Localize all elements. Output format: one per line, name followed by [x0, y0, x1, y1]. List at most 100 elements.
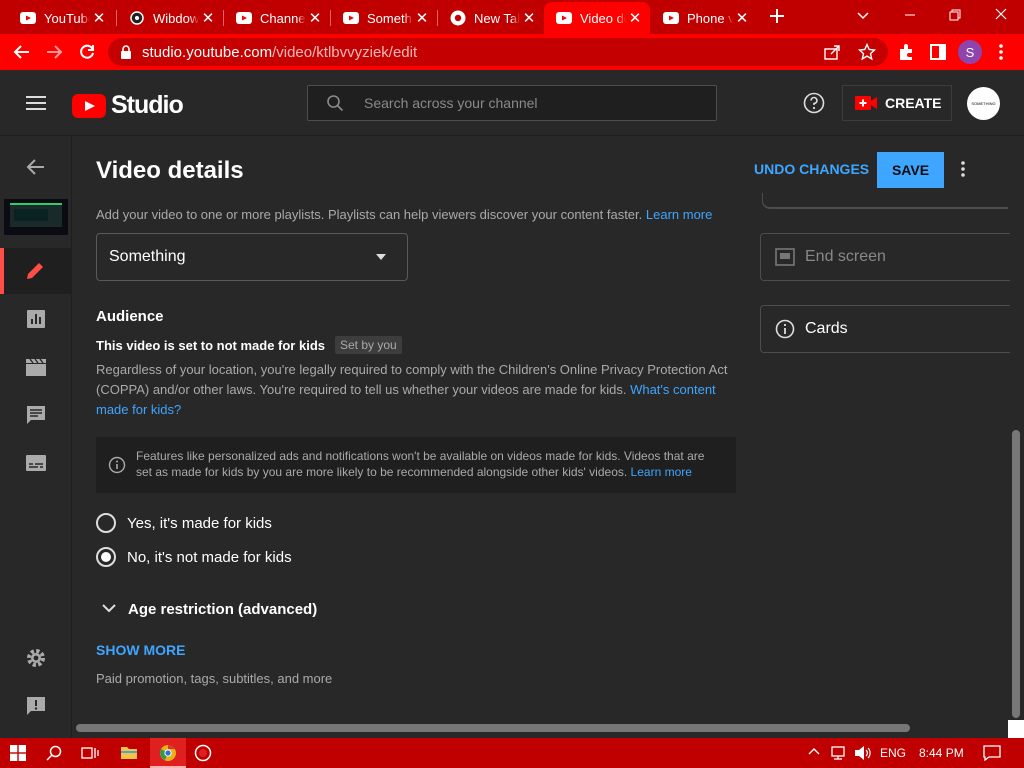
vertical-scrollbar[interactable]	[1012, 430, 1020, 718]
made-for-kids-link-continued[interactable]: made for kids?	[96, 402, 181, 417]
studio-header: Studio CREATE SOMETHING	[0, 70, 1024, 136]
tab-wibdow[interactable]: Wibdow ✕	[117, 2, 223, 34]
playlist-description-text: Add your video to one or more playlists.…	[96, 207, 643, 222]
tab-title: Wibdow	[153, 10, 199, 26]
save-button[interactable]: SAVE	[877, 152, 944, 188]
notifications-icon[interactable]	[983, 745, 1001, 761]
language-indicator[interactable]: ENG	[880, 746, 906, 760]
sidebar-item-details[interactable]	[0, 248, 72, 294]
window-close-icon[interactable]	[994, 7, 1008, 21]
bookmark-star-icon[interactable]	[858, 43, 876, 61]
volume-icon[interactable]	[854, 745, 872, 761]
cards-label: Cards	[805, 320, 848, 337]
close-tab-icon[interactable]: ✕	[413, 9, 431, 27]
close-tab-icon[interactable]: ✕	[626, 9, 644, 27]
browser-tab-strip: YouTube ✕ Wibdow ✕ Channel ✕ Something ✕…	[0, 0, 1024, 34]
tab-youtube[interactable]: YouTube ✕	[8, 2, 114, 34]
tab-phone-verification[interactable]: Phone verification ✕	[651, 2, 757, 34]
close-tab-icon[interactable]: ✕	[90, 9, 108, 27]
channel-avatar[interactable]: SOMETHING	[967, 87, 1000, 120]
previous-card-edge	[762, 193, 1008, 209]
close-tab-icon[interactable]: ✕	[733, 9, 751, 27]
playlist-learn-more-link[interactable]: Learn more	[646, 207, 712, 222]
undo-changes-button[interactable]: UNDO CHANGES	[754, 161, 869, 177]
youtube-icon	[343, 10, 359, 26]
browser-menu-icon[interactable]	[998, 43, 1004, 61]
tab-something[interactable]: Something ✕	[331, 2, 437, 34]
network-icon[interactable]	[830, 745, 848, 761]
task-view-icon[interactable]	[81, 745, 99, 761]
sidebar-item-editor[interactable]	[24, 355, 48, 379]
lock-icon[interactable]	[120, 45, 132, 59]
create-button-label: CREATE	[885, 95, 942, 111]
close-tab-icon[interactable]: ✕	[520, 9, 538, 27]
back-arrow-icon[interactable]	[12, 42, 32, 62]
playlist-dropdown[interactable]: Something	[96, 233, 408, 281]
restore-icon[interactable]	[948, 8, 962, 22]
tab-video-details[interactable]: Video details ✕	[544, 2, 650, 34]
tab-title: New Tab	[474, 10, 520, 26]
youtube-icon	[663, 10, 679, 26]
windows-start-icon[interactable]	[10, 745, 26, 761]
gear-icon	[27, 649, 45, 667]
minimize-icon[interactable]	[903, 8, 917, 22]
reload-icon[interactable]	[77, 42, 97, 62]
scroll-corner	[1008, 720, 1024, 740]
forward-arrow-icon[interactable]	[44, 42, 64, 62]
extensions-puzzle-icon[interactable]	[897, 43, 915, 61]
sidebar-item-comments[interactable]	[24, 403, 48, 427]
chrome-icon	[450, 10, 466, 26]
address-bar[interactable]: studio.youtube.com/video/ktlbvvyziek/edi…	[108, 38, 888, 66]
page-icon	[129, 10, 145, 26]
info-learn-more-link[interactable]: Learn more	[631, 465, 692, 479]
more-options-icon[interactable]	[960, 160, 966, 178]
made-for-kids-link[interactable]: What's content	[630, 382, 716, 397]
age-restriction-toggle[interactable]: Age restriction (advanced)	[128, 601, 317, 618]
share-icon[interactable]	[824, 44, 842, 60]
search-bar[interactable]	[307, 85, 717, 121]
tab-new-tab[interactable]: New Tab ✕	[438, 2, 544, 34]
radio-not-made-for-kids[interactable]	[96, 547, 116, 567]
end-screen-icon	[775, 248, 795, 266]
tab-title: YouTube	[44, 10, 90, 26]
end-screen-card[interactable]: End screen	[760, 233, 1010, 281]
taskbar-search-icon[interactable]	[46, 745, 62, 761]
show-hidden-icons-icon[interactable]	[808, 747, 820, 755]
radio-made-for-kids-label[interactable]: Yes, it's made for kids	[127, 515, 272, 532]
audience-status-text: This video is set to not made for kids	[96, 338, 325, 353]
close-tab-icon[interactable]: ✕	[306, 9, 324, 27]
tab-channel[interactable]: Channel ✕	[224, 2, 330, 34]
page-title: Video details	[96, 157, 244, 184]
file-explorer-icon[interactable]	[120, 744, 138, 760]
sidebar-item-analytics[interactable]	[24, 307, 48, 331]
info-icon	[108, 456, 126, 474]
main-content: Video details UNDO CHANGES SAVE Add your…	[72, 137, 1024, 740]
close-tab-icon[interactable]: ✕	[199, 9, 217, 27]
screen-recorder-icon[interactable]	[194, 744, 212, 762]
studio-logo[interactable]: Studio	[72, 91, 184, 120]
avatar-text: SOMETHING	[971, 101, 996, 106]
hamburger-menu-icon[interactable]	[26, 96, 46, 110]
create-button[interactable]: CREATE	[842, 85, 952, 121]
show-more-button[interactable]: SHOW MORE	[96, 642, 185, 658]
horizontal-scrollbar[interactable]	[76, 724, 910, 732]
cards-card[interactable]: Cards	[760, 305, 1010, 353]
back-to-content-icon[interactable]	[24, 155, 48, 179]
new-tab-button[interactable]	[767, 6, 787, 26]
tab-title: Something	[367, 10, 413, 26]
side-panel-icon[interactable]	[929, 43, 947, 61]
search-input[interactable]	[364, 95, 694, 111]
video-thumbnail[interactable]	[4, 199, 68, 235]
chevron-down-icon[interactable]	[102, 604, 116, 613]
radio-made-for-kids[interactable]	[96, 513, 116, 533]
sidebar-item-subtitles[interactable]	[24, 451, 48, 475]
url-text: studio.youtube.com/video/ktlbvvyziek/edi…	[142, 44, 417, 61]
tab-search-icon[interactable]	[856, 8, 870, 22]
taskbar-chrome-button[interactable]	[150, 738, 186, 768]
sidebar-item-settings[interactable]	[24, 646, 48, 670]
radio-not-made-for-kids-label[interactable]: No, it's not made for kids	[127, 549, 292, 566]
profile-avatar[interactable]: S	[958, 40, 982, 64]
taskbar-clock[interactable]: 8:44 PM	[919, 746, 964, 760]
help-icon[interactable]	[803, 92, 825, 114]
sidebar-item-feedback[interactable]	[24, 694, 48, 718]
